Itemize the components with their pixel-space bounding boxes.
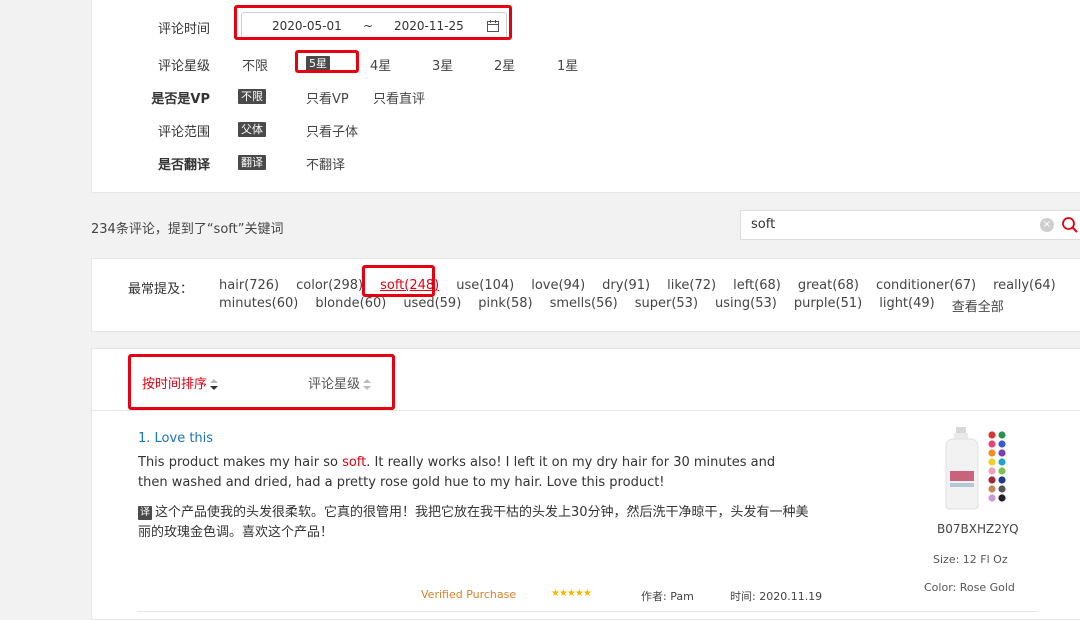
highlight-sort-bar	[128, 354, 395, 410]
keyword-tag[interactable]: hair(726)	[219, 278, 279, 293]
review-author: 作者: Pam	[641, 590, 694, 603]
highlight-date-range	[234, 5, 512, 40]
scope-option-child-only[interactable]: 只看子体	[306, 121, 358, 140]
keyword-tag[interactable]: super(53)	[635, 296, 698, 315]
product-asin[interactable]: B07BXHZ2YQ	[937, 522, 1019, 536]
keyword-row-2: minutes(60) blonde(60) used(59) pink(58)…	[219, 296, 1021, 315]
star-option-4[interactable]: 4星	[370, 55, 391, 74]
star-option-2[interactable]: 2星	[494, 55, 515, 74]
search-icon[interactable]	[1061, 216, 1079, 234]
keyword-tag[interactable]: light(49)	[879, 296, 935, 315]
verified-purchase-badge: Verified Purchase	[421, 588, 517, 601]
review-translation: 译这个产品使我的头发很柔软。它真的很管用！我把它放在我干枯的头发上30分钟，然后…	[138, 503, 818, 543]
review-title[interactable]: 1. Love this	[138, 431, 213, 446]
scope-option-parent[interactable]: 父体	[238, 122, 266, 137]
keyword-tag[interactable]: purple(51)	[794, 296, 862, 315]
product-size: Size: 12 Fl Oz	[933, 553, 1008, 566]
vp-filter-label: 是否是VP	[151, 92, 210, 107]
keyword-tag[interactable]: color(298)	[296, 278, 363, 293]
translate-tag: 译	[138, 506, 152, 520]
review-keyword-highlight: soft	[342, 455, 367, 470]
product-thumbnail[interactable]	[940, 427, 1030, 511]
review-divider	[137, 611, 1037, 612]
translate-option-on[interactable]: 翻译	[238, 155, 266, 170]
keyword-tag[interactable]: dry(91)	[602, 278, 650, 293]
keyword-tag[interactable]: used(59)	[403, 296, 461, 315]
star-option-any[interactable]: 不限	[242, 55, 268, 74]
keyword-row-1: hair(726) color(298) soft(248) use(104) …	[219, 278, 1073, 293]
review-body-text: This product makes my hair so	[138, 455, 343, 470]
review-translation-text: 这个产品使我的头发很柔软。它真的很管用！我把它放在我干枯的头发上30分钟，然后洗…	[138, 505, 809, 540]
star-option-1[interactable]: 1星	[557, 55, 578, 74]
keyword-tag[interactable]: blonde(60)	[315, 296, 386, 315]
keyword-search-input[interactable]	[751, 217, 1031, 232]
review-date: 时间: 2020.11.19	[730, 590, 823, 603]
review-list-panel: 按时间排序 评论星级 1. Love this This product mak…	[91, 348, 1080, 620]
star-filter-label: 评论星级	[157, 59, 210, 74]
product-color: Color: Rose Gold	[924, 581, 1015, 594]
keyword-tag[interactable]: smells(56)	[550, 296, 618, 315]
rating-stars: ★★★★★	[551, 588, 592, 599]
scope-filter-label: 评论范围	[157, 125, 210, 140]
keyword-tag[interactable]: left(68)	[733, 278, 781, 293]
sort-bar: 按时间排序 评论星级	[92, 349, 1080, 411]
vp-option-any[interactable]: 不限	[238, 89, 266, 104]
review-count-summary: 234条评论，提到了“soft”关键词	[91, 222, 284, 237]
keyword-panel-label: 最常提及：	[128, 282, 194, 297]
filter-panel: 评论时间 2020-05-01 ~ 2020-11-25 评论星级 不限 5星 …	[91, 0, 1080, 193]
translate-option-off[interactable]: 不翻译	[306, 154, 345, 173]
keyword-tag[interactable]: really(64)	[993, 278, 1056, 293]
highlight-active-keyword	[362, 265, 435, 297]
translate-filter-label: 是否翻译	[157, 158, 210, 173]
keyword-tag[interactable]: like(72)	[667, 278, 716, 293]
keyword-tag[interactable]: love(94)	[531, 278, 585, 293]
keyword-panel: 最常提及： hair(726) color(298) soft(248) use…	[91, 258, 1080, 332]
keyword-tag[interactable]: using(53)	[715, 296, 777, 315]
vp-option-direct-only[interactable]: 只看直评	[373, 88, 425, 107]
keyword-tag[interactable]: pink(58)	[478, 296, 532, 315]
view-all-keywords-link[interactable]: 查看全部	[952, 296, 1004, 315]
keyword-search-box[interactable]: ×	[740, 210, 1080, 240]
keyword-tag[interactable]: use(104)	[456, 278, 514, 293]
keyword-tag[interactable]: great(68)	[798, 278, 859, 293]
vp-option-vp-only[interactable]: 只看VP	[306, 88, 349, 107]
star-option-3[interactable]: 3星	[432, 55, 453, 74]
keyword-tag[interactable]: conditioner(67)	[876, 278, 976, 293]
clear-icon[interactable]: ×	[1040, 218, 1054, 232]
highlight-star-5	[295, 50, 359, 73]
time-filter-label: 评论时间	[157, 22, 210, 37]
keyword-tag[interactable]: minutes(60)	[219, 296, 298, 315]
review-body: This product makes my hair so soft. It r…	[138, 453, 798, 493]
